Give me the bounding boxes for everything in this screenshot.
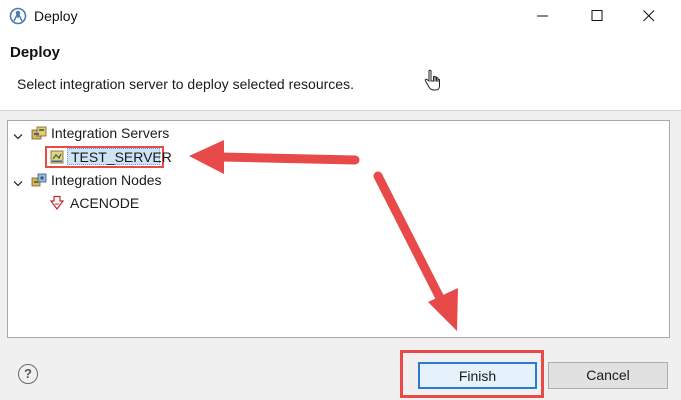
server-icon [49, 149, 65, 165]
dialog-description: Select integration server to deploy sele… [17, 76, 354, 92]
window-titlebar: Deploy [0, 0, 681, 33]
dialog-footer: ? Finish Cancel [0, 338, 681, 400]
node-icon [49, 195, 66, 211]
window-title: Deploy [34, 8, 78, 24]
tree-item-label: Integration Servers [51, 125, 170, 141]
tree-item-label: TEST_SERVER [71, 149, 172, 165]
maximize-icon [591, 10, 603, 21]
app-logo-icon [9, 7, 27, 25]
finish-button[interactable]: Finish [418, 362, 537, 389]
tree-item-label: Integration Nodes [51, 172, 162, 188]
close-button[interactable] [626, 0, 672, 31]
cancel-button[interactable]: Cancel [548, 362, 668, 389]
chevron-down-icon[interactable] [13, 128, 23, 144]
tree-item-integration-nodes[interactable]: Integration Nodes [8, 170, 308, 190]
integration-nodes-icon [31, 172, 47, 188]
tree-item-integration-servers[interactable]: Integration Servers [8, 123, 308, 143]
minimize-button[interactable] [520, 0, 566, 31]
help-button[interactable]: ? [18, 364, 38, 384]
server-tree[interactable]: Integration Servers TEST_SERVER Integrat [7, 120, 670, 338]
tree-item-test-server[interactable]: TEST_SERVER [45, 146, 245, 168]
maximize-button[interactable] [574, 0, 620, 31]
integration-servers-icon [31, 125, 47, 141]
hand-cursor-icon [422, 69, 442, 93]
close-icon [643, 10, 655, 22]
minimize-icon [537, 15, 548, 17]
tree-item-acenode[interactable]: ACENODE [8, 193, 308, 213]
chevron-down-icon[interactable] [13, 175, 23, 191]
tree-item-label: ACENODE [70, 195, 140, 211]
dialog-header: Deploy Select integration server to depl… [0, 32, 681, 111]
dialog-title: Deploy [10, 44, 61, 61]
